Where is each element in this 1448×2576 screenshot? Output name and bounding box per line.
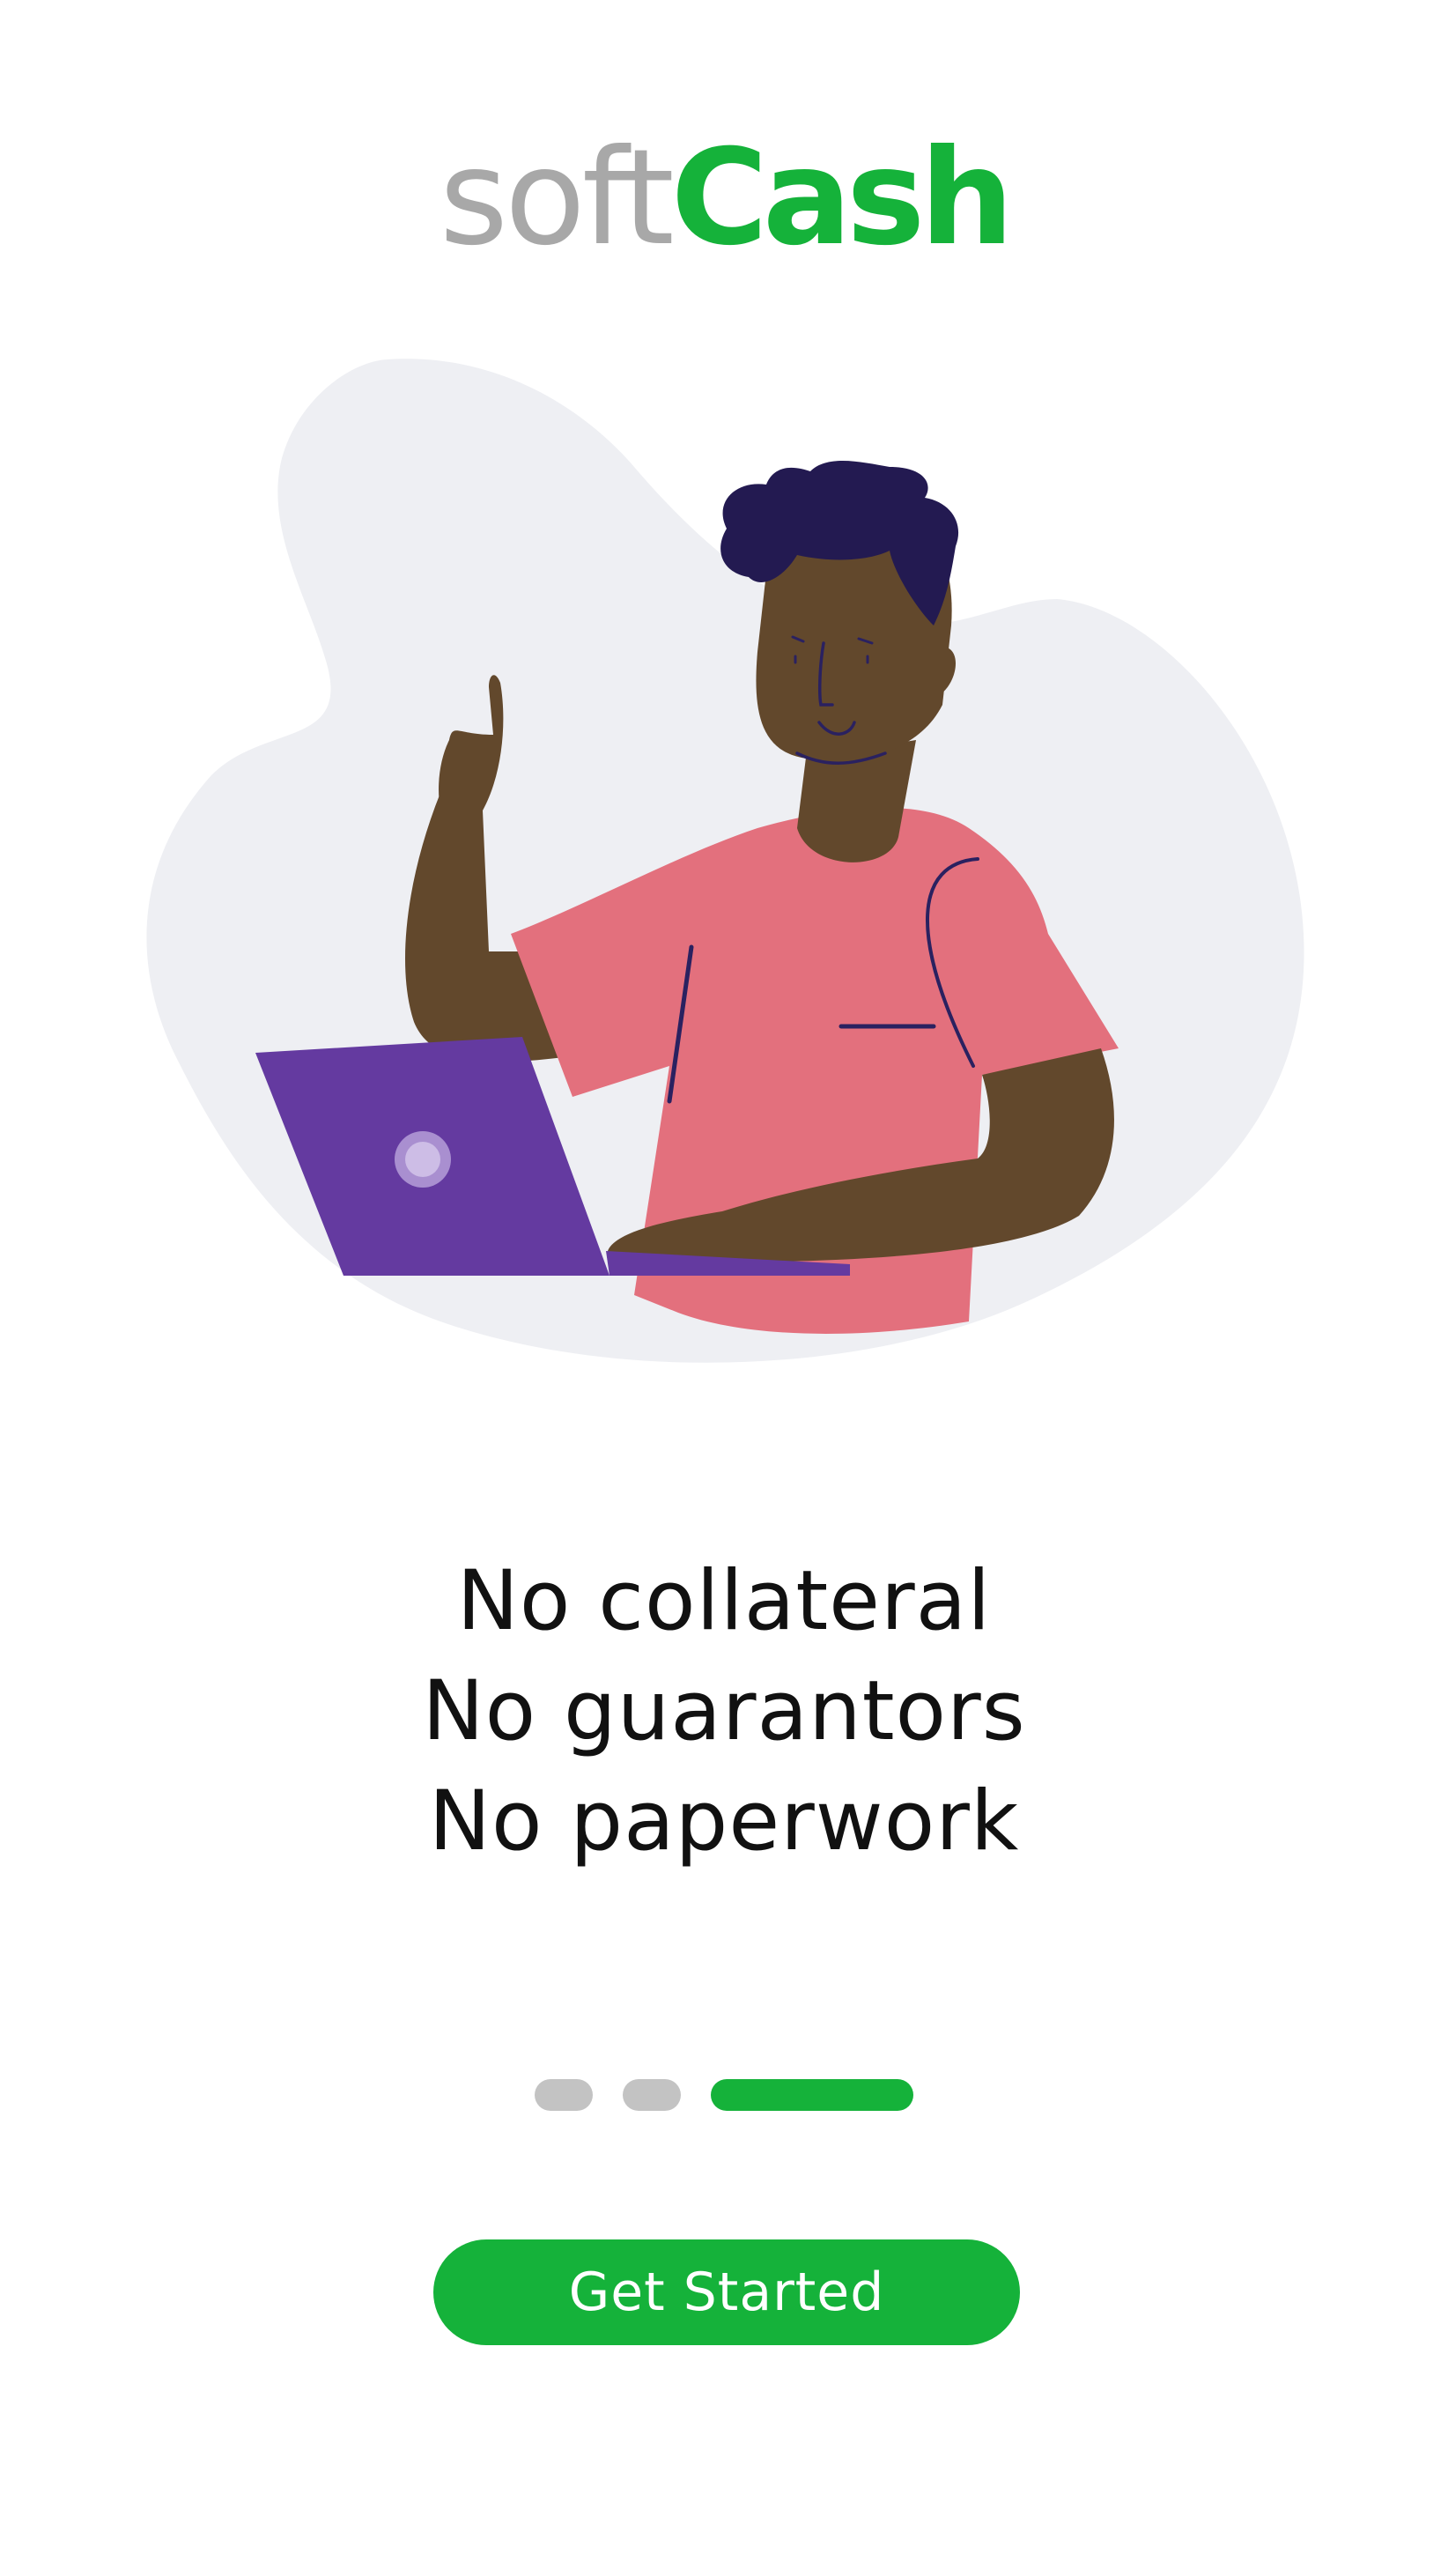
- tagline-line-paperwork: No paperwork: [428, 1773, 1020, 1869]
- tagline: No collateral No guarantors No paperwork: [0, 1546, 1448, 1876]
- logo-text-soft: soft: [439, 122, 675, 275]
- page-indicator-dot-2[interactable]: [623, 2079, 681, 2111]
- hero-illustration: [0, 335, 1448, 1392]
- get-started-button[interactable]: Get Started: [433, 2239, 1020, 2345]
- app-logo: softCash: [0, 132, 1448, 264]
- tagline-line-collateral: No collateral: [456, 1553, 992, 1649]
- onboarding-screen: softCash No collateral No guarantors No …: [0, 0, 1448, 2576]
- page-indicator: [0, 2079, 1448, 2111]
- page-indicator-dot-1[interactable]: [535, 2079, 593, 2111]
- page-indicator-dot-3-active[interactable]: [711, 2079, 913, 2111]
- logo-text-cash: Cash: [670, 122, 1014, 275]
- tagline-line-guarantors: No guarantors: [422, 1663, 1026, 1759]
